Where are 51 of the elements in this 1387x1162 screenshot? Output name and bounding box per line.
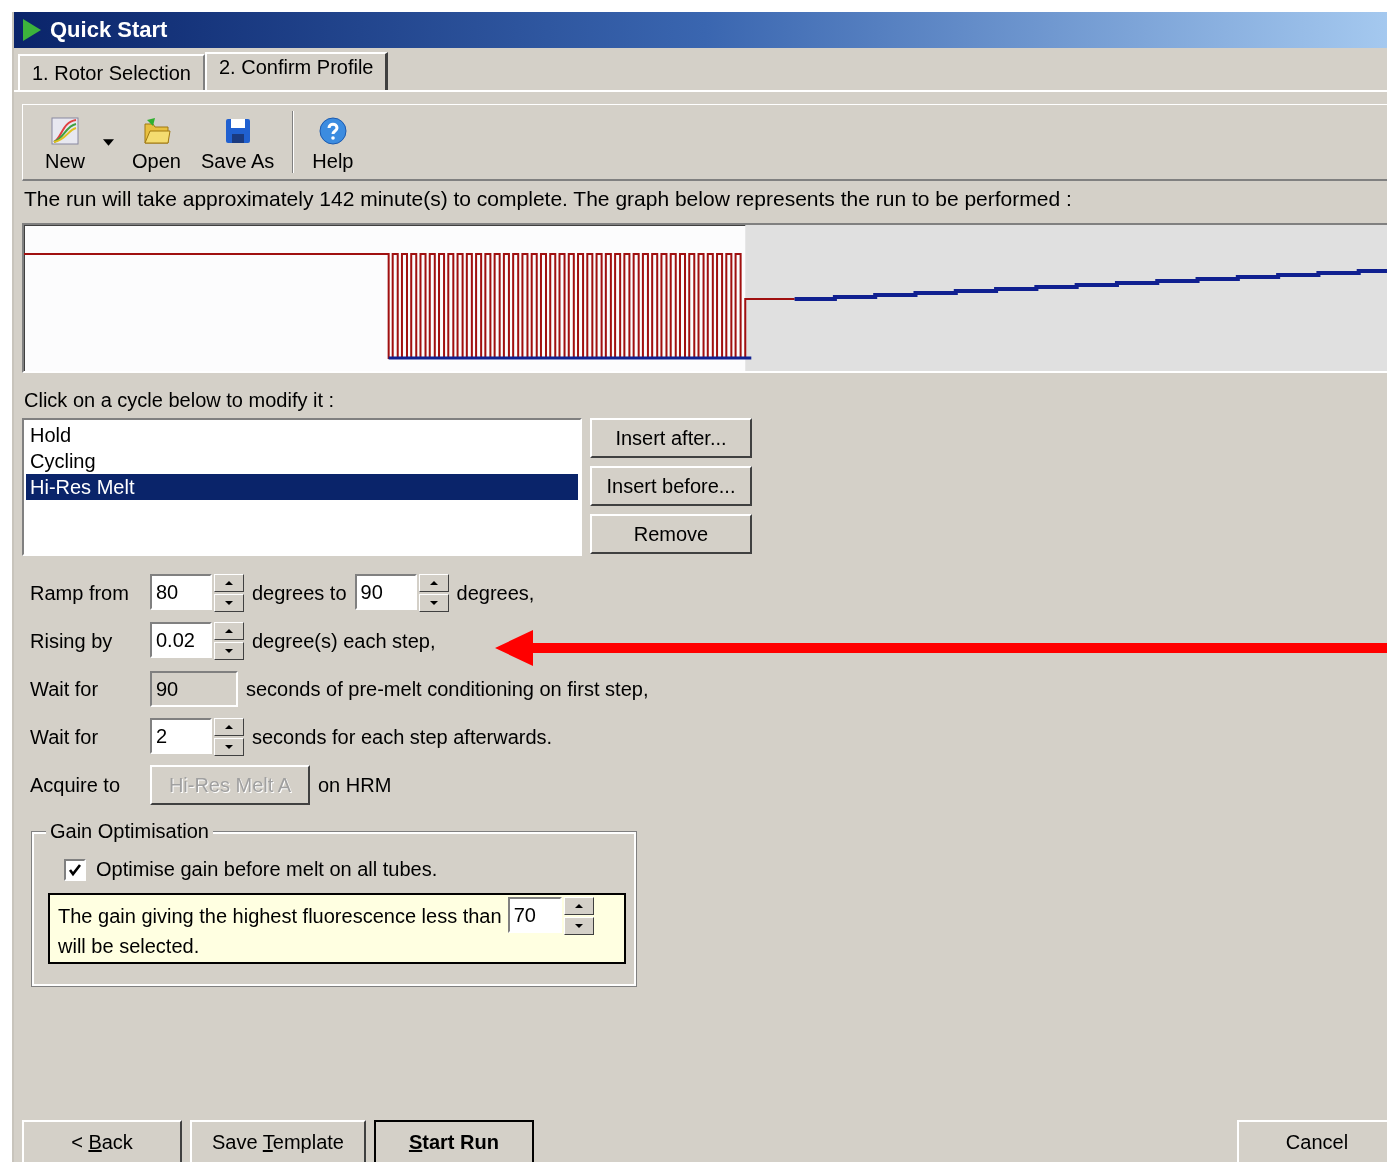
label-text: degrees to <box>252 581 347 605</box>
input-field[interactable]: 0.02 <box>150 622 212 658</box>
button[interactable]: Save Template <box>190 1120 366 1162</box>
toolbar-button[interactable]: Save As <box>190 105 285 179</box>
field-label: Acquire to <box>30 773 122 797</box>
field-label: Rising by <box>30 629 114 653</box>
group-title: Gain Optimisation <box>46 820 213 843</box>
spin-buttons[interactable] <box>563 897 594 935</box>
input-field[interactable]: 2 <box>150 718 212 754</box>
tab[interactable]: 1. Rotor Selection <box>18 54 205 90</box>
folder-icon <box>141 116 172 146</box>
list-item[interactable]: Hi-Res Melt <box>26 474 578 500</box>
spin-buttons[interactable] <box>418 574 449 612</box>
label-text: seconds of pre-melt conditioning on first step, <box>246 677 649 701</box>
toolbar-button[interactable]: New <box>23 105 95 179</box>
field-label: Ramp from <box>30 581 130 605</box>
field-label: Wait for <box>30 725 100 749</box>
button[interactable]: Insert after... <box>590 418 752 458</box>
list-item[interactable]: Hold <box>26 422 578 448</box>
checkbox[interactable] <box>64 858 86 881</box>
info-text: The run will take approximately 142 minute(s) to complete. The graph below represents the run to be performed : <box>24 187 1073 211</box>
button[interactable]: Start Run <box>373 1120 534 1162</box>
label-text: on HRM <box>318 773 392 797</box>
window-title: Quick Start <box>50 17 168 43</box>
checkbox-label: Optimise gain before melt on all tubes. <box>96 858 438 881</box>
label-text: degree(s) each step, <box>252 629 436 653</box>
instruction-text: Click on a cycle below to modify it : <box>24 389 336 412</box>
input-field[interactable]: 70 <box>507 897 562 933</box>
checkmark-icon <box>68 862 82 877</box>
input-field[interactable]: 90 <box>354 574 417 610</box>
button[interactable]: Cancel <box>1237 1120 1387 1162</box>
button[interactable]: Remove <box>590 514 752 554</box>
button[interactable]: Insert before... <box>590 466 752 506</box>
help-icon <box>317 116 348 146</box>
field-label: Wait for <box>30 677 100 701</box>
spin-buttons[interactable] <box>214 574 244 612</box>
tab[interactable]: 2. Confirm Profile <box>205 52 389 90</box>
caret-icon <box>103 138 114 146</box>
note-text: The gain giving the highest fluorescence less than <box>58 904 502 928</box>
spin-buttons[interactable] <box>214 622 244 660</box>
note-text: will be selected. <box>58 935 201 958</box>
button[interactable]: < Back <box>22 1120 182 1162</box>
toolbar-button[interactable]: Open <box>122 105 191 179</box>
list-item[interactable]: Cycling <box>26 448 578 474</box>
input-field[interactable]: 80 <box>150 574 212 610</box>
spin-buttons[interactable] <box>214 718 244 756</box>
play-icon <box>22 18 42 42</box>
toolbar-button[interactable]: Help <box>302 105 364 179</box>
label-text: degrees, <box>456 581 535 605</box>
label-text: seconds for each step afterwards. <box>252 725 553 749</box>
chart-icon <box>50 116 80 146</box>
